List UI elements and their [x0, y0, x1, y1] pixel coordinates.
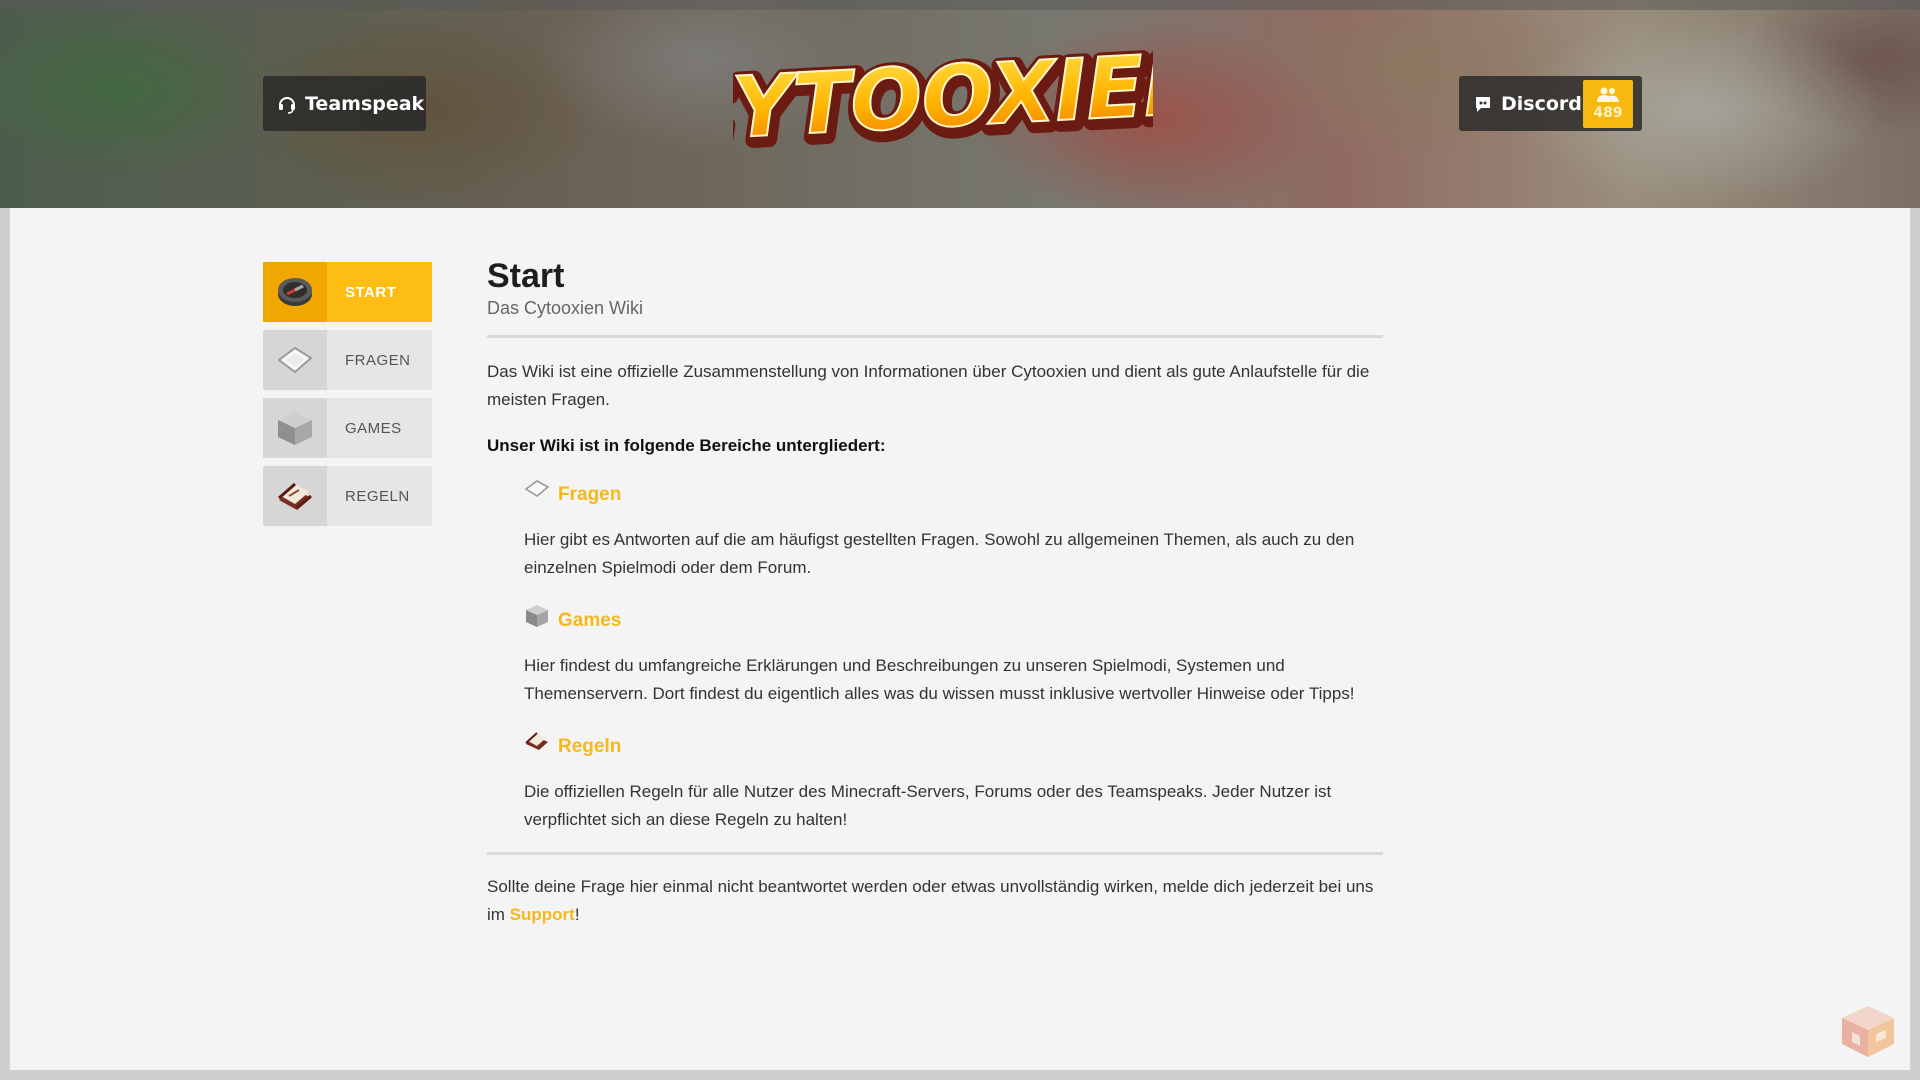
section-link-games[interactable]: Games	[558, 610, 621, 632]
footer-text-after: !	[574, 905, 580, 924]
section-link-fragen[interactable]: Fragen	[558, 484, 621, 506]
browser-top-strip	[0, 0, 1920, 10]
teamspeak-button[interactable]: Teamspeak	[263, 76, 426, 131]
paper-icon	[524, 480, 550, 497]
sidebar-item-fragen[interactable]: FRAGEN	[263, 330, 432, 390]
book-icon	[525, 732, 548, 750]
teamspeak-label: Teamspeak	[305, 92, 425, 115]
section-games: Games Hier findest du umfangreiche Erklä…	[524, 605, 1383, 708]
discord-online-badge: 489	[1583, 80, 1633, 128]
intro-text: Das Wiki ist eine offizielle Zusammenste…	[487, 362, 1370, 409]
sidebar-item-regeln[interactable]: REGELN	[263, 466, 432, 526]
content-panel: START FRAGEN GAMES REGELN Start Das Cyto…	[10, 208, 1910, 1070]
compass-icon	[263, 262, 327, 322]
section-regeln: Regeln Die offiziellen Regeln für alle N…	[524, 732, 1383, 834]
section-text: Hier gibt es Antworten auf die am häufig…	[524, 530, 1355, 577]
sidebar-item-label: FRAGEN	[345, 351, 411, 369]
paper-icon	[263, 330, 327, 390]
sidebar-item-games[interactable]: GAMES	[263, 398, 432, 458]
stone-block-icon	[526, 605, 548, 627]
section-text: Hier findest du umfangreiche Erklärungen…	[524, 656, 1355, 703]
divider	[487, 852, 1383, 855]
page-title: Start	[487, 257, 565, 295]
section-link-regeln[interactable]: Regeln	[558, 736, 621, 758]
stone-block-icon	[263, 398, 327, 458]
page-subtitle: Das Cytooxien Wiki	[487, 298, 644, 318]
sidebar-item-label: GAMES	[345, 419, 402, 437]
cytooxien-logo[interactable]: CYTOOXIEN CYTOOXIEN	[733, 30, 1153, 175]
discord-icon	[1476, 96, 1490, 112]
header-banner: Teamspeak CYTOOXIEN CYTOOXIEN Discord 48…	[0, 0, 1920, 208]
cube-logo-icon[interactable]	[1838, 1002, 1898, 1060]
footer-text: Sollte deine Frage hier einmal nicht bea…	[487, 873, 1383, 929]
sidebar-item-start[interactable]: START	[263, 262, 432, 322]
section-text: Die offiziellen Regeln für alle Nutzer d…	[524, 782, 1332, 829]
footer-text-before: Sollte deine Frage hier einmal nicht bea…	[487, 877, 1374, 924]
users-icon	[1597, 87, 1619, 102]
sections-heading: Unser Wiki ist in folgende Bereiche unte…	[487, 436, 886, 455]
book-icon	[263, 466, 327, 526]
sidebar-nav: START FRAGEN GAMES REGELN	[263, 262, 432, 534]
discord-label: Discord	[1501, 92, 1582, 115]
sidebar-item-label: REGELN	[345, 487, 410, 505]
discord-online-count: 489	[1593, 105, 1623, 121]
divider	[487, 335, 1383, 338]
discord-button[interactable]: Discord 489	[1459, 76, 1642, 131]
section-fragen: Fragen Hier gibt es Antworten auf die am…	[524, 480, 1383, 582]
sidebar-item-label: START	[345, 283, 397, 301]
headset-icon	[279, 96, 295, 114]
support-link[interactable]: Support	[510, 905, 575, 924]
main-content: Start Das Cytooxien Wiki Das Wiki ist ei…	[487, 256, 1383, 929]
